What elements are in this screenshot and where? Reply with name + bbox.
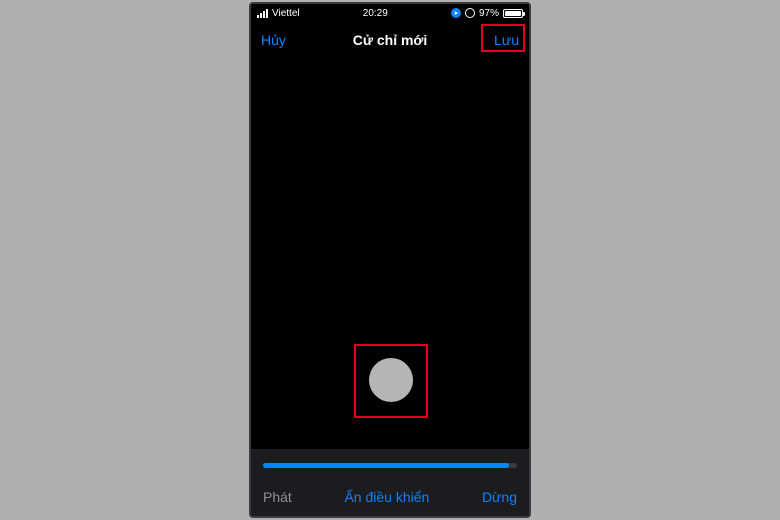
save-button[interactable]: Lưu xyxy=(471,32,519,48)
bottom-toolbar: Phát Ẩn điều khiển Dừng xyxy=(251,478,529,516)
stop-button[interactable]: Dừng xyxy=(482,489,517,505)
signal-icon xyxy=(257,9,268,18)
status-right: ➤ 97% xyxy=(451,8,523,19)
progress-fill xyxy=(263,463,509,468)
battery-percent: 97% xyxy=(479,8,499,19)
play-button[interactable]: Phát xyxy=(263,489,292,505)
cancel-button[interactable]: Hủy xyxy=(261,32,309,48)
gesture-recording-area[interactable] xyxy=(251,58,529,449)
hide-controls-button[interactable]: Ẩn điều khiển xyxy=(344,489,429,505)
battery-icon xyxy=(503,9,523,18)
progress-track[interactable] xyxy=(263,463,517,468)
progress-container xyxy=(251,449,529,478)
phone-frame: Viettel 20:29 ➤ 97% Hủy Cử chỉ mới Lưu P… xyxy=(249,2,531,518)
status-time: 20:29 xyxy=(363,8,388,19)
location-icon: ➤ xyxy=(451,8,461,18)
nav-bar: Hủy Cử chỉ mới Lưu xyxy=(251,22,529,58)
status-bar: Viettel 20:29 ➤ 97% xyxy=(251,4,529,22)
touch-dot-icon xyxy=(369,358,413,402)
carrier-label: Viettel xyxy=(272,8,300,19)
orientation-lock-icon xyxy=(465,8,475,18)
status-left: Viettel xyxy=(257,8,300,19)
